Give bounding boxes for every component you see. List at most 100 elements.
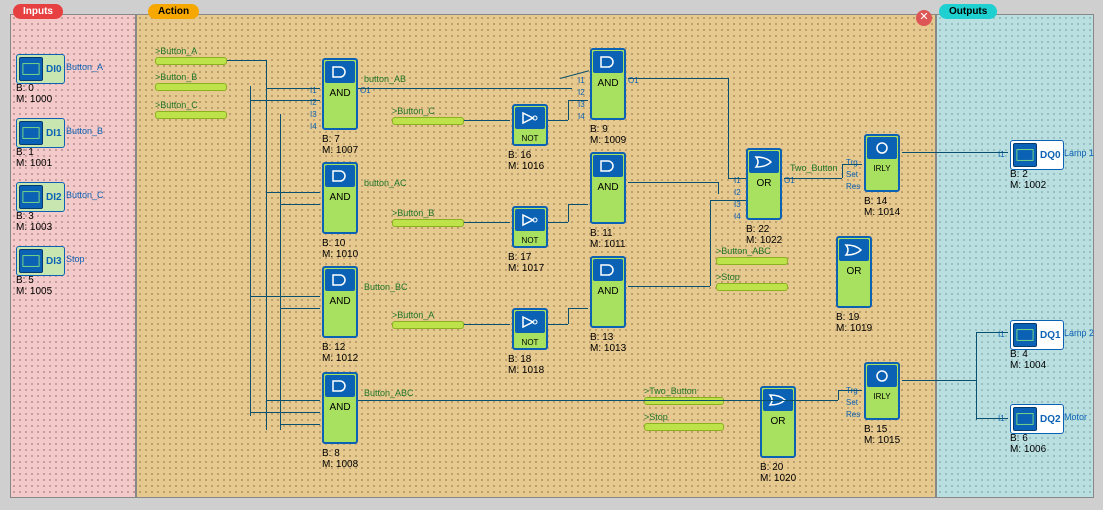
gate-not-18[interactable]: NOT	[512, 308, 548, 350]
wire	[464, 324, 510, 325]
input-di1[interactable]: DI1	[16, 118, 65, 148]
wire	[728, 78, 729, 178]
connector-label: >Button_C	[392, 106, 435, 116]
wire	[250, 412, 320, 413]
gate-and-12[interactable]: AND	[322, 266, 358, 338]
wire	[464, 222, 510, 223]
wire	[842, 164, 862, 165]
input-di0[interactable]: DI0	[16, 54, 65, 84]
close-icon[interactable]: ✕	[916, 10, 932, 26]
connector[interactable]	[392, 321, 464, 329]
connector[interactable]	[155, 57, 227, 65]
wire	[628, 286, 710, 287]
gate-irly-15[interactable]: IRLY TrgSetRes	[864, 362, 900, 420]
wire	[227, 60, 267, 61]
wire	[280, 424, 320, 425]
digital-input-icon	[19, 185, 43, 209]
wire	[728, 178, 746, 179]
input-di2[interactable]: DI2	[16, 182, 65, 212]
connector[interactable]	[155, 83, 227, 91]
gate-and-13[interactable]: AND	[590, 256, 626, 328]
input-di3[interactable]: DI3	[16, 246, 65, 276]
digital-input-icon	[19, 249, 43, 273]
wire	[628, 78, 728, 79]
gate-not-16[interactable]: NOT	[512, 104, 548, 146]
connector-label: >Stop	[644, 412, 668, 422]
wire	[358, 400, 838, 401]
wire	[568, 204, 569, 222]
connector-label: >Two_Button	[644, 386, 697, 396]
connector-label: >Button_A	[392, 310, 434, 320]
wire	[358, 88, 572, 89]
output-dq1[interactable]: DQ1	[1010, 320, 1064, 350]
gate-or-22[interactable]: OR I1I2I3I4O1	[746, 148, 782, 220]
wire	[266, 60, 267, 430]
gate-output-label: button_AC	[364, 178, 407, 188]
wire	[902, 152, 1008, 153]
gate-irly-14[interactable]: IRLY TrgSetRes	[864, 134, 900, 192]
connector[interactable]	[155, 111, 227, 119]
digital-output-icon	[1013, 407, 1037, 431]
zone-header-outputs: Outputs	[939, 4, 997, 19]
gate-or-19[interactable]: OR	[836, 236, 872, 308]
gate-output-label: Button_ABC	[364, 388, 414, 398]
wire	[976, 332, 1008, 333]
zone-header-action: Action	[148, 4, 199, 19]
connector-label: >Button_ABC	[716, 246, 771, 256]
wire	[250, 86, 251, 416]
output-dq2[interactable]: DQ2	[1010, 404, 1064, 434]
wire	[710, 200, 746, 201]
wire	[266, 192, 320, 193]
connector[interactable]	[392, 117, 464, 125]
wire	[464, 120, 510, 121]
gate-output-label: button_AB	[364, 74, 406, 84]
input-label: Button_C	[66, 190, 104, 200]
zone-header-inputs: Inputs	[13, 4, 63, 19]
connector[interactable]	[392, 219, 464, 227]
digital-output-icon	[1013, 323, 1037, 347]
wire	[838, 390, 862, 391]
gate-and-9[interactable]: AND I1I2I3I4O1	[590, 48, 626, 120]
wire	[710, 200, 711, 286]
output-label: Lamp 1	[1064, 148, 1094, 158]
digital-output-icon	[1013, 143, 1037, 167]
gate-and-8[interactable]: AND	[322, 372, 358, 444]
digital-input-icon	[19, 121, 43, 145]
wire	[838, 390, 839, 400]
wire	[976, 418, 1008, 419]
wire	[902, 380, 976, 381]
gate-or-20[interactable]: OR	[760, 386, 796, 458]
gate-output-label: Button_BC	[364, 282, 408, 292]
gate-and-7[interactable]: AND I1I2I3I4O1	[322, 58, 358, 130]
input-label: Button_A	[66, 62, 103, 72]
wire	[548, 222, 568, 223]
wire	[266, 88, 320, 89]
wire	[568, 100, 569, 120]
gate-and-11[interactable]: AND	[590, 152, 626, 224]
wire	[784, 178, 842, 179]
connector[interactable]	[716, 257, 788, 265]
wire	[976, 332, 977, 420]
gate-output-label: Two_Button	[790, 163, 838, 173]
connector[interactable]	[644, 423, 724, 431]
wire	[568, 204, 588, 205]
wire	[718, 182, 719, 194]
gate-and-10[interactable]: AND	[322, 162, 358, 234]
wire	[280, 308, 320, 309]
connector-label: >Button_C	[155, 100, 198, 110]
connector-label: >Stop	[716, 272, 740, 282]
wire	[842, 164, 843, 178]
input-label: Button_B	[66, 126, 103, 136]
connector[interactable]	[644, 397, 724, 405]
wire	[568, 308, 588, 309]
wire	[250, 100, 320, 101]
wire	[548, 120, 568, 121]
connector[interactable]	[716, 283, 788, 291]
gate-not-17[interactable]: NOT	[512, 206, 548, 248]
connector-label: >Button_B	[392, 208, 434, 218]
output-dq0[interactable]: DQ0	[1010, 140, 1064, 170]
output-label: Motor	[1064, 412, 1087, 422]
connector-label: >Button_B	[155, 72, 197, 82]
wire	[568, 100, 588, 101]
connector-label: >Button_A	[155, 46, 197, 56]
